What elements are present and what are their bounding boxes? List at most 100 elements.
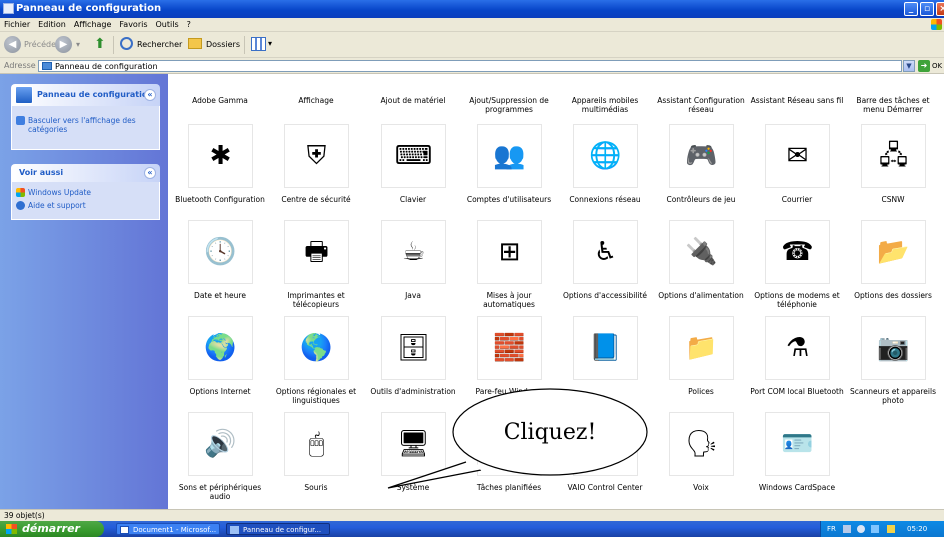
item-security-shield-icon[interactable]: ⛨ (284, 124, 349, 188)
item-blue-book-icon[interactable]: 📘 (573, 316, 638, 380)
up-folder-icon[interactable]: ⬆ (94, 36, 108, 52)
item-user-accounts-icon[interactable]: 👥 (477, 124, 542, 188)
panel-see-also-header[interactable]: Voir aussi « (11, 164, 160, 182)
item-label[interactable]: Options d'alimentation (653, 291, 749, 300)
menu-edition[interactable]: Edition (34, 18, 70, 29)
item-label[interactable]: Comptes d'utilisateurs (461, 195, 557, 204)
item-admin-tools-icon[interactable]: 🗄 (381, 316, 446, 380)
search-icon[interactable] (120, 37, 133, 50)
title-bar[interactable]: Panneau de configuration _ ▫ × (0, 0, 944, 18)
item-windows-update-icon[interactable]: ⊞ (477, 220, 542, 284)
item-label[interactable]: Ajout/Suppression de programmes (461, 96, 557, 114)
switch-category-view-link[interactable]: Basculer vers l'affichage des catégories (16, 116, 152, 134)
item-label[interactable]: Outils d'administration (365, 387, 461, 396)
item-label[interactable]: Scanneurs et appareils photo (845, 387, 941, 405)
taskbar-control-panel[interactable]: Panneau de configur... (226, 523, 330, 535)
item-fonts-folder-icon[interactable]: 📁 (669, 316, 734, 380)
search-button-label[interactable]: Rechercher (137, 40, 182, 49)
item-label[interactable]: Options des dossiers (845, 291, 941, 300)
item-label[interactable]: Ajout de matériel (365, 96, 461, 105)
item-label[interactable]: Tâches planifiées (461, 483, 557, 492)
item-telephone-icon[interactable]: ☎ (765, 220, 830, 284)
views-icon[interactable] (251, 37, 266, 51)
back-arrow-icon[interactable]: ◀ (4, 36, 21, 53)
help-support-link[interactable]: Aide et support (16, 201, 86, 210)
item-label[interactable]: Mises à jour automatiques (461, 291, 557, 309)
item-label[interactable]: Système (365, 483, 461, 492)
item-label[interactable]: Imprimantes et télécopieurs (268, 291, 364, 309)
item-regional-globe-icon[interactable]: 🌎 (284, 316, 349, 380)
item-keyboard-icon[interactable]: ⌨ (381, 124, 446, 188)
menu-affichage[interactable]: Affichage (70, 18, 116, 29)
item-label[interactable]: Sons et périphériques audio (172, 483, 268, 501)
item-network-globe-icon[interactable]: 🌐 (573, 124, 638, 188)
collapse-chevron-icon[interactable]: « (144, 89, 156, 101)
windows-update-link[interactable]: Windows Update (16, 188, 91, 197)
views-dropdown-icon[interactable]: ▾ (268, 39, 272, 48)
item-label[interactable]: Options de modems et téléphonie (749, 291, 845, 309)
panel-control-panel-header[interactable]: Panneau de configuration « (11, 84, 160, 106)
tray-network-icon[interactable] (843, 525, 851, 533)
item-label[interactable]: Affichage (268, 96, 364, 105)
menu-favoris[interactable]: Favoris (115, 18, 151, 29)
item-bluetooth-icon[interactable]: ✱ (188, 124, 253, 188)
start-button[interactable]: démarrer (0, 521, 104, 537)
tray-security-icon[interactable] (887, 525, 895, 533)
item-folder-options-icon[interactable]: 📂 (861, 220, 926, 284)
taskbar-word-document[interactable]: Document1 - Microsof... (116, 523, 220, 535)
item-label[interactable]: Java (365, 291, 461, 300)
item-label[interactable]: Voix (653, 483, 749, 492)
menu-outils[interactable]: Outils (152, 18, 183, 29)
item-system-computer-icon[interactable]: 🖥 (381, 412, 446, 476)
item-power-plug-icon[interactable]: 🔌 (669, 220, 734, 284)
item-label[interactable]: Options régionales et linguistiques (268, 387, 364, 405)
folders-icon[interactable] (188, 38, 202, 49)
item-label[interactable]: Appareils mobiles multimédias (557, 96, 653, 114)
item-voice-icon[interactable]: 🗣 (669, 412, 734, 476)
forward-dropdown-icon[interactable]: ▾ (76, 40, 80, 49)
item-firewall-icon[interactable]: 🧱 (477, 316, 542, 380)
language-indicator[interactable]: FR (827, 521, 836, 537)
item-game-controller-icon[interactable]: 🎮 (669, 124, 734, 188)
go-arrow-icon[interactable]: ➜ (918, 60, 930, 72)
item-label[interactable]: Centre de sécurité (268, 195, 364, 204)
item-label[interactable]: Souris (268, 483, 364, 492)
go-button-label[interactable]: OK (932, 62, 942, 70)
item-printer-icon[interactable]: 🖶 (284, 220, 349, 284)
item-label[interactable]: Barre des tâches et menu Démarrer (845, 96, 941, 114)
item-internet-globe-icon[interactable]: 🌍 (188, 316, 253, 380)
item-label[interactable]: VAIO Control Center (557, 483, 653, 492)
tray-monitor-icon[interactable] (871, 525, 879, 533)
item-cardspace-icon[interactable]: 🪪 (765, 412, 830, 476)
collapse-chevron-icon[interactable]: « (144, 167, 156, 179)
item-label[interactable]: Port COM local Bluetooth (749, 387, 845, 396)
menu-fichier[interactable]: Fichier (0, 18, 34, 29)
item-csnw-icon[interactable]: 🖧 (861, 124, 926, 188)
forward-arrow-icon[interactable]: ▶ (55, 36, 72, 53)
item-clock-calendar-icon[interactable]: 🕓 (188, 220, 253, 284)
item-label[interactable]: Adobe Gamma (172, 96, 268, 105)
item-speaker-icon[interactable]: 🔊 (188, 412, 253, 476)
item-label[interactable]: Bluetooth Configuration (172, 195, 268, 204)
address-dropdown-icon[interactable]: ▼ (903, 60, 915, 72)
item-label[interactable]: Pare-feu Windows (461, 387, 557, 396)
minimize-button[interactable]: _ (904, 2, 918, 16)
item-label[interactable]: CSNW (845, 195, 941, 204)
item-label[interactable]: Options Internet (172, 387, 268, 396)
item-label[interactable]: Date et heure (172, 291, 268, 300)
item-label[interactable]: Assistant Réseau sans fil (749, 96, 845, 105)
item-label[interactable]: Contrôleurs de jeu (653, 195, 749, 204)
item-java-cup-icon[interactable]: ☕ (381, 220, 446, 284)
item-mail-icon[interactable]: ✉ (765, 124, 830, 188)
tray-bluetooth-icon[interactable] (857, 525, 865, 533)
close-button[interactable]: × (936, 2, 944, 16)
item-accessibility-icon[interactable]: ♿ (573, 220, 638, 284)
maximize-button[interactable]: ▫ (920, 2, 934, 16)
item-label[interactable]: Connexions réseau (557, 195, 653, 204)
item-label[interactable]: Polices (653, 387, 749, 396)
menu-help[interactable]: ? (183, 18, 195, 29)
item-mouse-icon[interactable]: 🖱 (284, 412, 349, 476)
folders-button-label[interactable]: Dossiers (206, 40, 240, 49)
item-label[interactable]: Options d'accessibilité (557, 291, 653, 300)
item-label[interactable]: Windows CardSpace (749, 483, 845, 492)
